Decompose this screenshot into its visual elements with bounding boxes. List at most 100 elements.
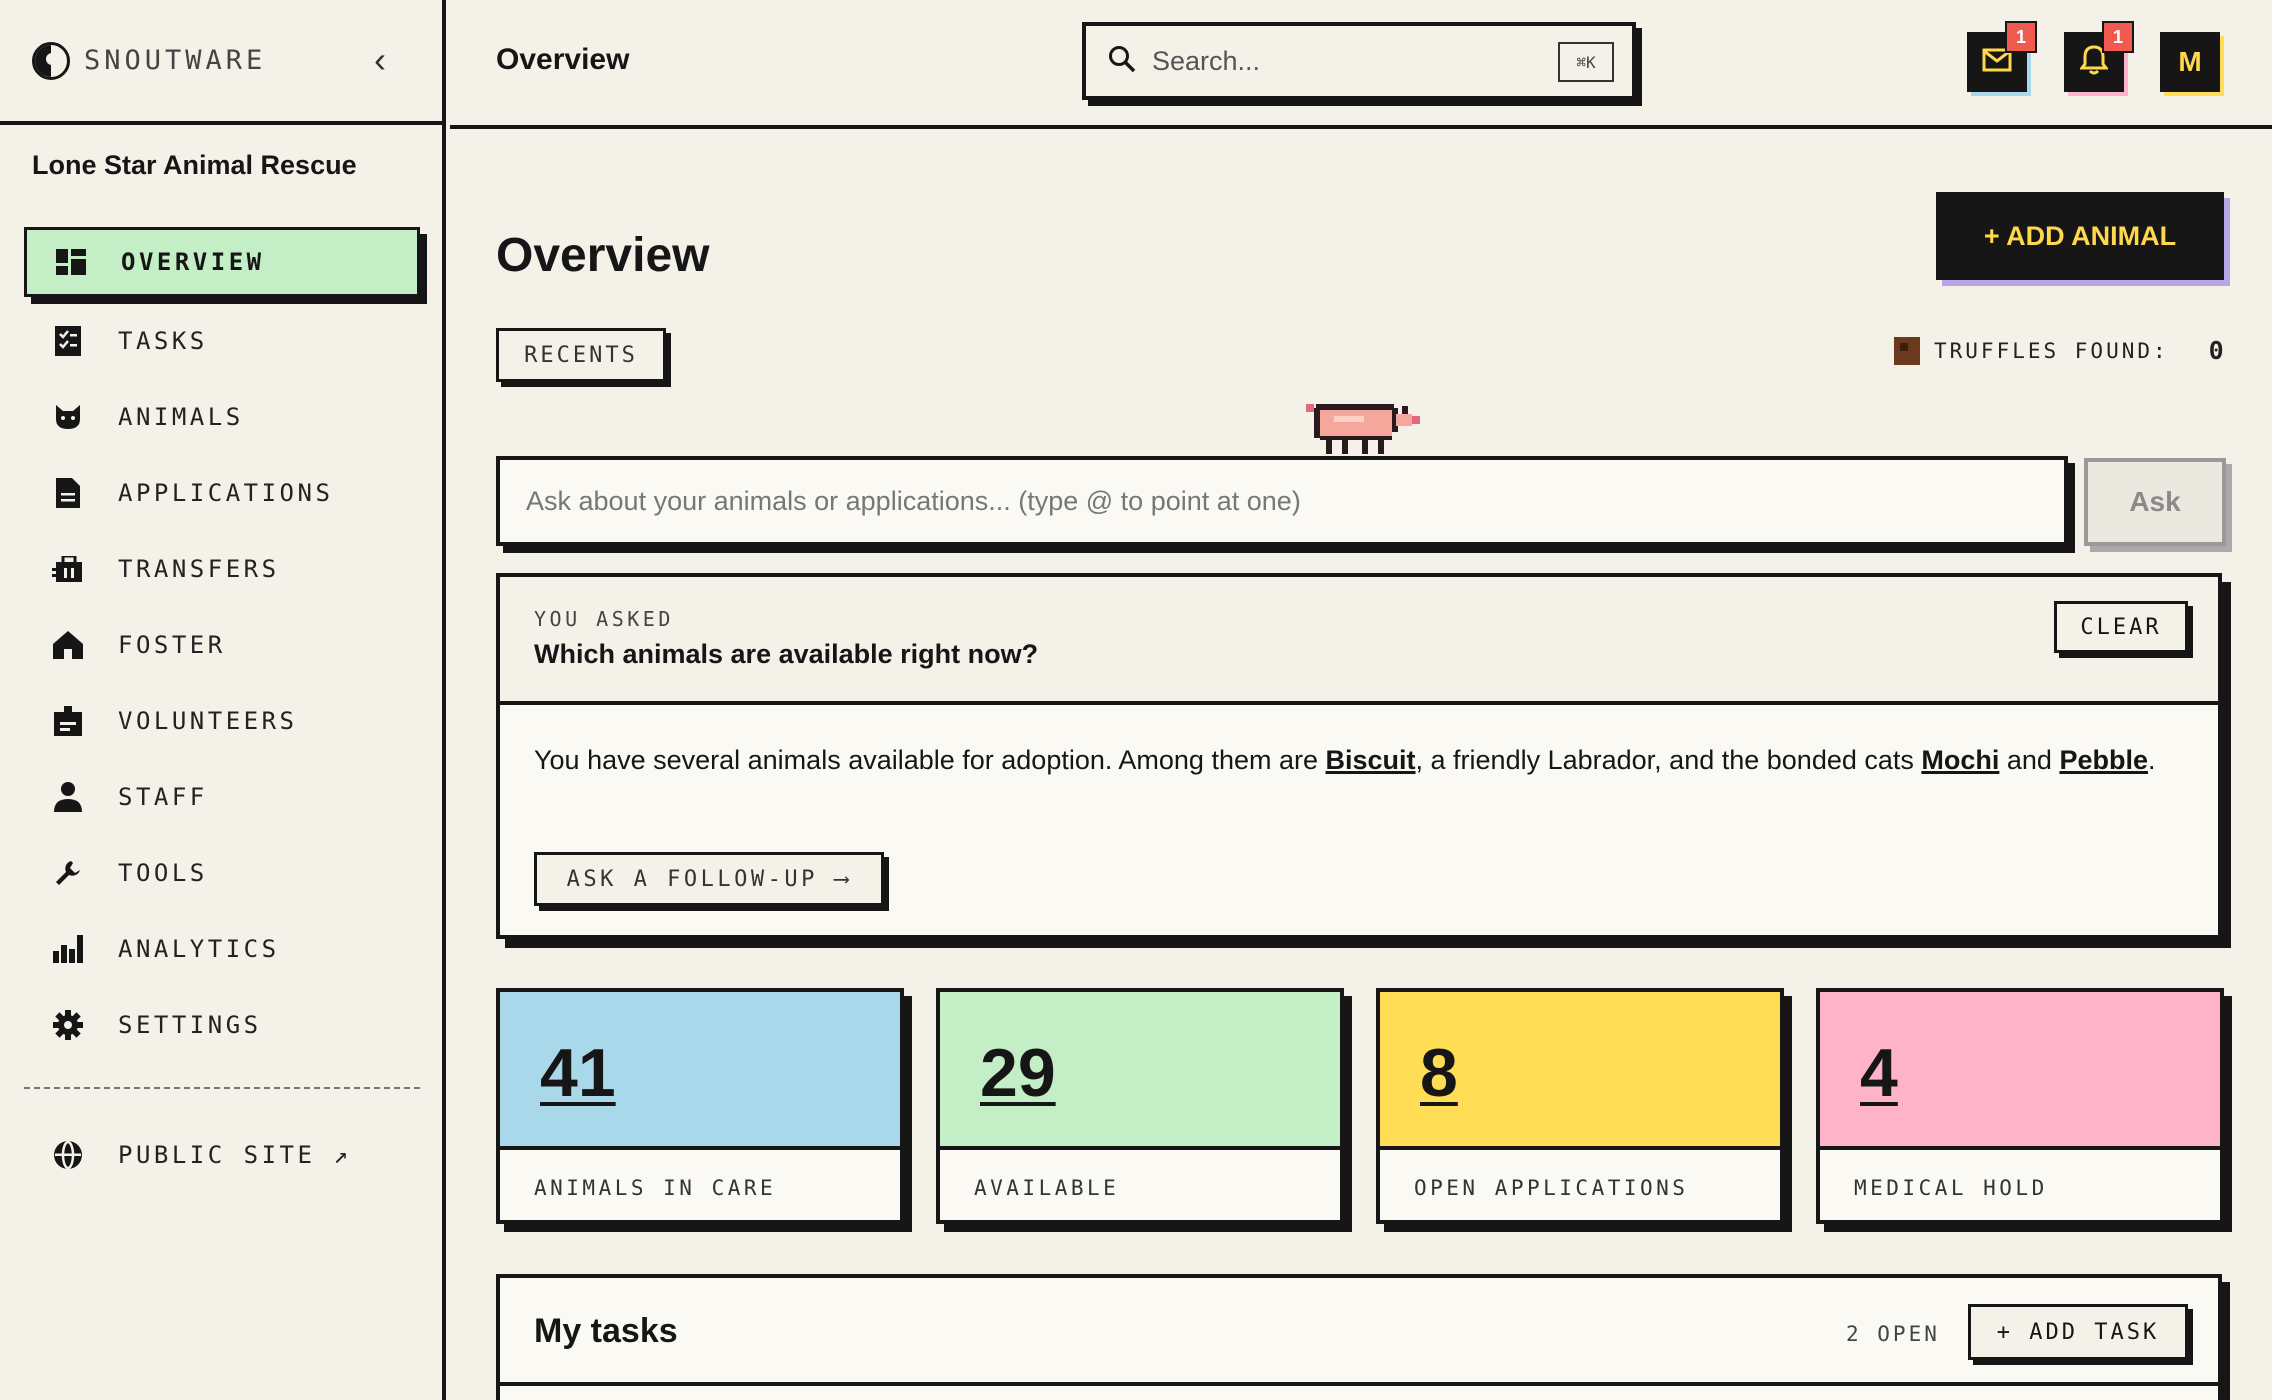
person-icon — [52, 781, 84, 813]
animal-link-biscuit[interactable]: Biscuit — [1326, 745, 1416, 775]
dashboard-icon — [55, 246, 87, 278]
sidebar-item-label: FOSTER — [118, 631, 226, 659]
sidebar-nav: OVERVIEW TASKS ANIMALS APPLICATIONS TRAN… — [24, 227, 422, 1063]
answer-segment: and — [1999, 745, 2060, 775]
search-icon — [1108, 45, 1136, 78]
sidebar: SNOUTWARE ‹ Lone Star Animal Rescue OVER… — [0, 0, 446, 1400]
yin-yang-logo-icon — [32, 41, 70, 80]
stat-label: OPEN APPLICATIONS — [1414, 1176, 1689, 1200]
animal-link-pebble[interactable]: Pebble — [2059, 745, 2148, 775]
stat-card-medical-hold[interactable]: 4 MEDICAL HOLD — [1816, 988, 2224, 1224]
tasks-title: My tasks — [534, 1312, 678, 1350]
globe-icon — [52, 1139, 84, 1171]
truffles-counter: TRUFFLES FOUND: 0 — [1894, 336, 2227, 365]
sidebar-item-settings[interactable]: SETTINGS — [24, 987, 422, 1063]
sidebar-item-tasks[interactable]: TASKS — [24, 303, 422, 379]
stat-value: 29 — [980, 1035, 1056, 1111]
home-icon — [52, 629, 84, 661]
truffles-label: TRUFFLES FOUND: — [1934, 338, 2169, 363]
sidebar-item-label: APPLICATIONS — [118, 479, 334, 507]
stat-card-top: 4 — [1820, 992, 2220, 1150]
stat-card-open-applications[interactable]: 8 OPEN APPLICATIONS — [1376, 988, 1784, 1224]
sidebar-item-public-site[interactable]: PUBLIC SITE ↗ — [24, 1117, 351, 1193]
truffles-count: 0 — [2208, 336, 2227, 365]
document-icon — [52, 477, 84, 509]
stat-card-available[interactable]: 29 AVAILABLE — [936, 988, 1344, 1224]
tasks-open-count: 2 OPEN — [1846, 1322, 1940, 1346]
org-name: Lone Star Animal Rescue — [32, 150, 357, 180]
sidebar-item-label: STAFF — [118, 783, 208, 811]
stat-card-top: 8 — [1380, 992, 1780, 1150]
my-tasks-panel: My tasks 2 OPEN + ADD TASK — [496, 1274, 2222, 1400]
sidebar-item-label: ANALYTICS — [118, 935, 280, 963]
recents-button[interactable]: RECENTS — [496, 328, 666, 382]
page-title: Overview — [496, 229, 710, 282]
answer-segment: You have several animals available for a… — [534, 745, 1326, 775]
stat-card-top: 41 — [500, 992, 900, 1150]
sidebar-item-overview[interactable]: OVERVIEW — [24, 227, 420, 297]
brand-name: SNOUTWARE — [84, 45, 267, 76]
sidebar-item-label: TOOLS — [118, 859, 208, 887]
sidebar-item-tools[interactable]: TOOLS — [24, 835, 422, 911]
bell-badge: 1 — [2102, 21, 2134, 53]
user-avatar[interactable]: M — [2160, 32, 2220, 92]
stat-label: AVAILABLE — [974, 1176, 1120, 1200]
stat-value: 8 — [1420, 1035, 1458, 1111]
stat-label: ANIMALS IN CARE — [534, 1176, 777, 1200]
question-header: YOU ASKED Which animals are available ri… — [500, 577, 2218, 705]
add-animal-button[interactable]: + ADD ANIMAL — [1936, 192, 2224, 280]
clear-button[interactable]: CLEAR — [2054, 601, 2188, 653]
search-placeholder: Search... — [1152, 45, 1261, 76]
gear-icon — [52, 1009, 84, 1041]
checklist-icon — [52, 325, 84, 357]
notifications-button[interactable]: 1 — [2064, 21, 2134, 92]
chevron-left-icon[interactable]: ‹ — [374, 40, 386, 80]
answer-segment: , a friendly Labrador, and the bonded ca… — [1415, 745, 1922, 775]
answer-card: YOU ASKED Which animals are available ri… — [496, 573, 2222, 939]
cat-icon — [52, 401, 84, 433]
answer-segment: . — [2147, 745, 2156, 775]
stat-card-top: 29 — [940, 992, 1340, 1150]
sidebar-item-transfers[interactable]: TRANSFERS — [24, 531, 422, 607]
ask-follow-up-button[interactable]: ASK A FOLLOW-UP ⟶ — [534, 852, 884, 906]
brand: SNOUTWARE ‹ — [0, 0, 442, 125]
mail-badge: 1 — [2005, 21, 2037, 53]
pixel-pig-icon — [1306, 400, 1422, 461]
search-shortcut: ⌘K — [1558, 42, 1614, 82]
ask-button[interactable]: Ask — [2084, 458, 2226, 546]
sidebar-divider — [24, 1087, 420, 1089]
tasks-divider — [500, 1382, 2218, 1386]
add-task-button[interactable]: + ADD TASK — [1968, 1304, 2188, 1360]
stat-card-animals-in-care[interactable]: 41 ANIMALS IN CARE — [496, 988, 904, 1224]
ask-input[interactable]: Ask about your animals or applications..… — [496, 456, 2068, 546]
question-kicker: YOU ASKED — [534, 607, 674, 631]
sidebar-item-label: VOLUNTEERS — [118, 707, 298, 735]
top-header: Overview Search... ⌘K 1 1 M — [450, 0, 2272, 129]
sidebar-item-label: SETTINGS — [118, 1011, 262, 1039]
answer-text: You have several animals available for a… — [534, 737, 2194, 783]
transfer-icon — [52, 553, 84, 585]
badge-icon — [52, 705, 84, 737]
sidebar-item-applications[interactable]: APPLICATIONS — [24, 455, 422, 531]
sidebar-item-label: ANIMALS — [118, 403, 244, 431]
sidebar-item-staff[interactable]: STAFF — [24, 759, 422, 835]
sidebar-item-label: TASKS — [118, 327, 208, 355]
stat-value: 41 — [540, 1035, 616, 1111]
bar-chart-icon — [52, 933, 84, 965]
stat-label: MEDICAL HOLD — [1854, 1176, 2048, 1200]
public-site-label: PUBLIC SITE ↗ — [118, 1141, 352, 1169]
wrench-icon — [52, 857, 84, 889]
header-title: Overview — [496, 43, 630, 76]
sidebar-item-animals[interactable]: ANIMALS — [24, 379, 422, 455]
stat-value: 4 — [1860, 1035, 1898, 1111]
sidebar-item-label: OVERVIEW — [121, 248, 265, 276]
search-input[interactable]: Search... ⌘K — [1082, 22, 1636, 100]
truffle-icon — [1894, 336, 1920, 365]
sidebar-item-foster[interactable]: FOSTER — [24, 607, 422, 683]
messages-button[interactable]: 1 — [1967, 21, 2037, 92]
sidebar-item-label: TRANSFERS — [118, 555, 280, 583]
sidebar-item-analytics[interactable]: ANALYTICS — [24, 911, 422, 987]
question-text: Which animals are available right now? — [534, 639, 1039, 669]
animal-link-mochi[interactable]: Mochi — [1921, 745, 1999, 775]
sidebar-item-volunteers[interactable]: VOLUNTEERS — [24, 683, 422, 759]
